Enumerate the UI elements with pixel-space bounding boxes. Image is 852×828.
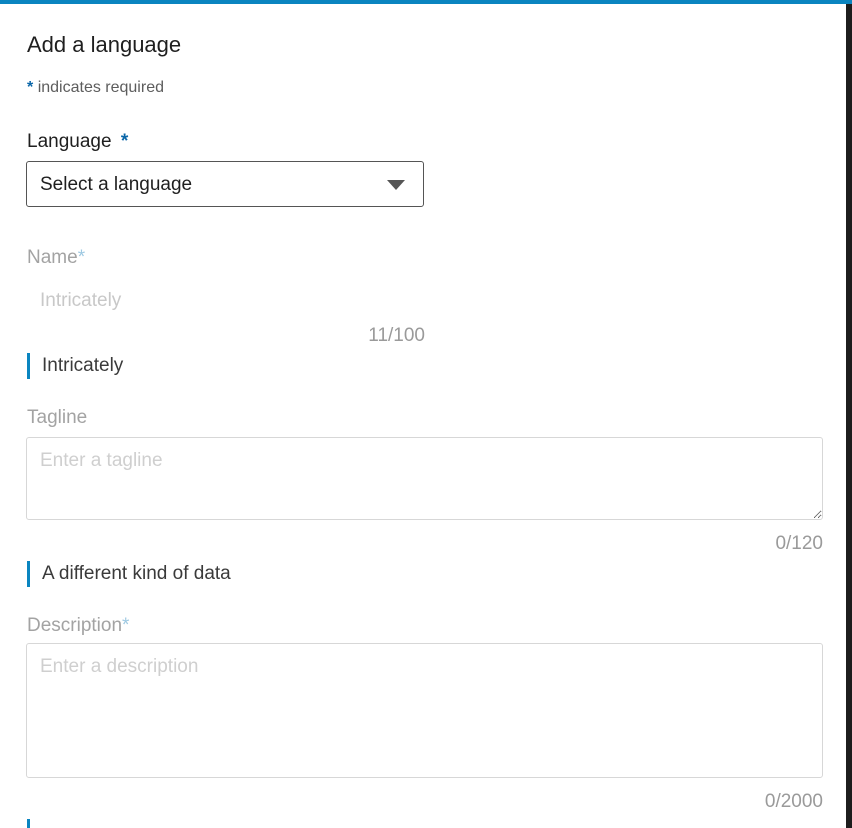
language-select-value: Select a language	[40, 174, 193, 195]
language-select[interactable]: Select a language	[26, 161, 424, 207]
description-label: Description*	[27, 615, 129, 637]
dialog-title: Add a language	[27, 32, 182, 57]
window-edge	[846, 4, 852, 828]
name-preview: Intricately	[27, 353, 123, 379]
tagline-label: Tagline	[27, 407, 88, 428]
add-language-dialog: Add a language * indicates required Lang…	[0, 4, 846, 828]
name-input[interactable]	[27, 286, 425, 316]
tagline-textarea[interactable]	[26, 437, 823, 520]
caret-down-icon	[387, 180, 405, 190]
required-note-text: indicates required	[37, 79, 164, 96]
description-textarea[interactable]	[26, 643, 823, 778]
language-label-text: Language	[27, 131, 112, 152]
language-label: Language *	[27, 131, 128, 153]
description-required-star: *	[122, 615, 130, 636]
required-star: *	[27, 79, 34, 96]
name-label: Name*	[27, 247, 85, 269]
name-required-star: *	[77, 247, 86, 268]
required-note: * indicates required	[27, 79, 164, 97]
name-char-counter: 11/100	[368, 325, 425, 346]
description-preview-cutoff	[27, 819, 42, 828]
tagline-preview: A different kind of data	[27, 561, 231, 587]
description-label-text: Description	[27, 615, 123, 636]
tagline-char-counter: 0/120	[775, 533, 823, 554]
name-label-text: Name	[27, 247, 78, 268]
language-required-star: *	[120, 131, 129, 152]
description-char-counter: 0/2000	[764, 791, 823, 812]
